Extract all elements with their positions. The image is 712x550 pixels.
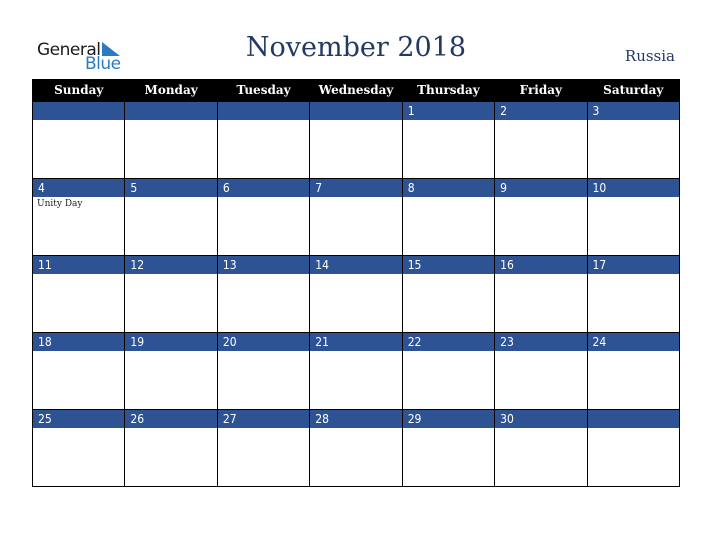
day-cell[interactable]: 16 <box>494 255 588 333</box>
day-number: 5 <box>125 179 217 197</box>
day-number: 20 <box>217 333 310 351</box>
day-cell[interactable]: 29 <box>401 409 496 487</box>
day-number <box>587 410 679 428</box>
day-number: 26 <box>125 410 217 428</box>
day-cell[interactable]: 15 <box>401 255 496 333</box>
weekday-header: Wednesday <box>309 79 403 102</box>
day-number: 23 <box>495 333 587 351</box>
day-cell[interactable]: 20 <box>216 332 311 410</box>
day-number: 4 <box>33 179 125 197</box>
day-number <box>310 102 402 120</box>
weekday-header: Tuesday <box>216 79 311 102</box>
week-row: 4 Unity Day 5 6 7 8 9 10 <box>31 178 681 256</box>
country-label: Russia <box>624 47 675 65</box>
day-cell[interactable]: 25 <box>31 409 126 487</box>
day-number: 18 <box>33 333 125 351</box>
weekday-header: Saturday <box>586 79 681 102</box>
day-number: 21 <box>310 333 402 351</box>
day-number: 3 <box>587 102 679 120</box>
day-number: 12 <box>125 256 217 274</box>
week-row: 18 19 20 21 22 23 24 <box>31 332 681 410</box>
day-number: 14 <box>310 256 402 274</box>
weekday-header: Friday <box>494 79 588 102</box>
day-cell[interactable]: 8 <box>401 178 496 256</box>
day-cell[interactable]: 21 <box>309 332 403 410</box>
day-number: 19 <box>125 333 217 351</box>
day-number: 24 <box>587 333 679 351</box>
day-number: 1 <box>402 102 495 120</box>
day-number: 11 <box>33 256 125 274</box>
day-cell[interactable] <box>124 101 218 179</box>
week-row: 25 26 27 28 29 30 <box>31 409 681 487</box>
day-number: 16 <box>495 256 587 274</box>
day-number: 9 <box>495 179 587 197</box>
day-cell[interactable]: 24 <box>586 332 681 410</box>
day-number: 25 <box>33 410 125 428</box>
day-cell[interactable]: 22 <box>401 332 496 410</box>
day-number: 8 <box>402 179 495 197</box>
day-cell[interactable]: 11 <box>31 255 126 333</box>
day-cell[interactable]: 28 <box>309 409 403 487</box>
day-cell[interactable] <box>31 101 126 179</box>
day-number <box>33 102 125 120</box>
day-cell[interactable]: 18 <box>31 332 126 410</box>
day-number: 10 <box>587 179 679 197</box>
day-number: 29 <box>402 410 495 428</box>
day-cell[interactable]: 2 <box>494 101 588 179</box>
day-cell[interactable]: 27 <box>216 409 311 487</box>
day-cell[interactable]: 19 <box>124 332 218 410</box>
day-cell[interactable]: 6 <box>216 178 311 256</box>
day-cell[interactable]: 3 <box>586 101 681 179</box>
day-cell[interactable]: 7 <box>309 178 403 256</box>
weekday-header: Thursday <box>401 79 496 102</box>
day-cell[interactable]: 9 <box>494 178 588 256</box>
day-cell[interactable]: 13 <box>216 255 311 333</box>
day-number: 17 <box>587 256 679 274</box>
calendar-grid: Sunday Monday Tuesday Wednesday Thursday… <box>31 79 681 487</box>
day-number: 15 <box>402 256 495 274</box>
day-number <box>125 102 217 120</box>
day-number <box>217 102 310 120</box>
day-cell[interactable]: 12 <box>124 255 218 333</box>
weekday-header: Monday <box>124 79 218 102</box>
day-cell[interactable]: 5 <box>124 178 218 256</box>
day-cell[interactable]: 17 <box>586 255 681 333</box>
day-cell[interactable]: 30 <box>494 409 588 487</box>
day-cell[interactable] <box>586 409 681 487</box>
day-number: 13 <box>217 256 310 274</box>
day-cell[interactable]: 14 <box>309 255 403 333</box>
day-number: 30 <box>495 410 587 428</box>
day-number: 28 <box>310 410 402 428</box>
weekday-header-row: Sunday Monday Tuesday Wednesday Thursday… <box>31 79 681 102</box>
day-cell[interactable]: 10 <box>586 178 681 256</box>
week-row: 123 <box>31 101 681 179</box>
day-cell[interactable]: 26 <box>124 409 218 487</box>
day-cell[interactable]: 4 Unity Day <box>31 178 126 256</box>
day-number: 22 <box>402 333 495 351</box>
day-number: 2 <box>495 102 587 120</box>
holiday-label: Unity Day <box>37 199 83 209</box>
day-cell[interactable] <box>309 101 403 179</box>
day-cell[interactable]: 23 <box>494 332 588 410</box>
calendar-title: November 2018 <box>245 32 467 63</box>
day-number: 6 <box>217 179 310 197</box>
weekday-header: Sunday <box>31 79 126 102</box>
day-cell[interactable] <box>216 101 311 179</box>
day-number: 27 <box>217 410 310 428</box>
day-cell[interactable]: 1 <box>401 101 496 179</box>
week-row: 11 12 13 14 15 16 17 <box>31 255 681 333</box>
day-number: 7 <box>310 179 402 197</box>
